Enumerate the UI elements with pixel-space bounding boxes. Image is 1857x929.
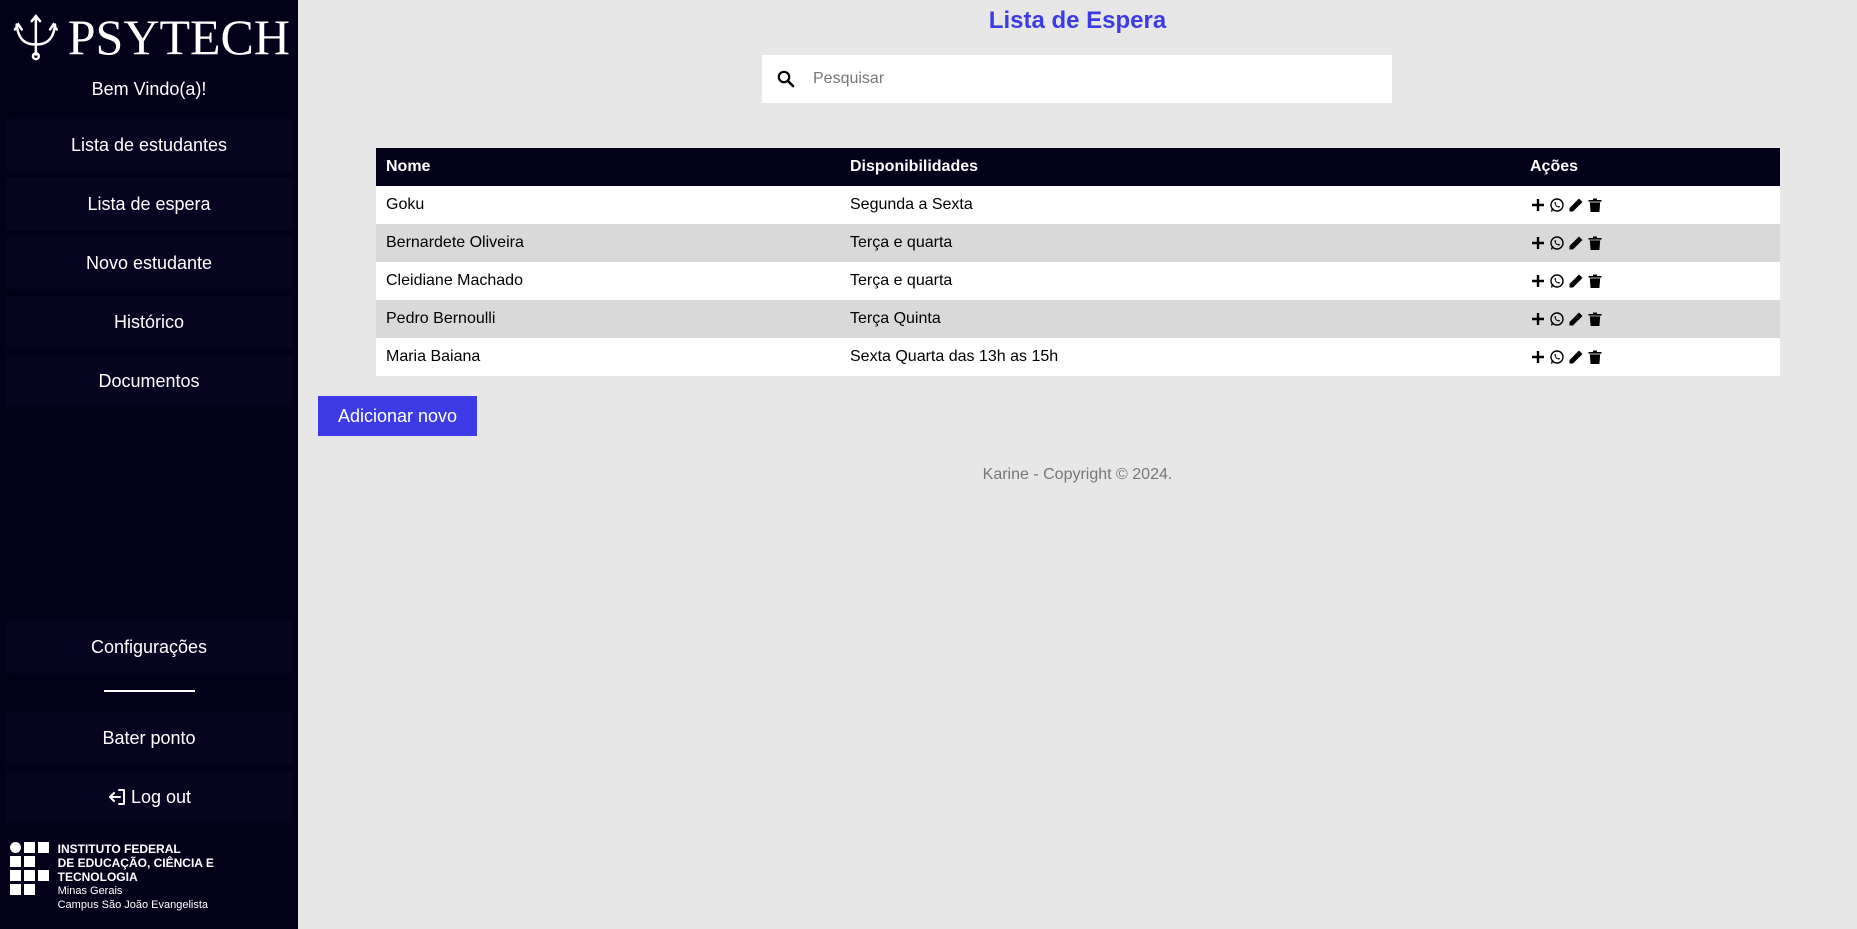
cell-availability: Terça Quinta — [850, 310, 941, 327]
cell-availability: Segunda a Sexta — [850, 196, 973, 213]
nav-item-settings[interactable]: Configurações — [6, 621, 292, 673]
cell-actions — [1520, 224, 1780, 262]
pencil-icon[interactable] — [1568, 235, 1584, 251]
sidebar-divider — [104, 690, 195, 692]
whatsapp-icon[interactable] — [1549, 197, 1565, 213]
logo-text: PSYTECH — [67, 9, 290, 65]
footer-copyright: Karine - Copyright © 2024. — [982, 466, 1173, 483]
logout-button[interactable]: Log out — [6, 771, 292, 823]
waiting-list-table: Nome Disponibilidades Ações Goku Segunda … — [376, 148, 1780, 376]
nav-item-label: Bater ponto — [102, 727, 196, 748]
nav-item-label: Lista de estudantes — [70, 134, 228, 155]
pencil-icon[interactable] — [1568, 349, 1584, 365]
nav-item-waiting-list[interactable]: Lista de espera — [6, 178, 292, 230]
institution-text: INSTITUTO FEDERAL DE EDUCAÇÃO, CIÊNCIA E… — [57, 842, 295, 911]
cell-name: Goku — [386, 196, 425, 213]
table-row: Cleidiane Machado Terça e quarta — [376, 262, 1780, 300]
logout-icon — [108, 789, 125, 805]
whatsapp-icon[interactable] — [1549, 349, 1565, 365]
institution-line4: Campus São João Evangelista — [57, 899, 209, 911]
pencil-icon[interactable] — [1568, 273, 1584, 289]
cell-availability: Terça e quarta — [850, 272, 953, 289]
cell-actions — [1520, 338, 1780, 376]
cell-name: Maria Baiana — [386, 348, 481, 365]
cell-availability: Terça e quarta — [850, 234, 953, 251]
sidebar: PSYTECH Bem Vindo(a)! Lista de estudante… — [0, 0, 298, 929]
nav-item-label: Lista de espera — [87, 193, 211, 214]
cell-name: Bernardete Oliveira — [386, 234, 524, 251]
nav-item-label: Histórico — [113, 311, 184, 332]
institution-line3: Minas Gerais — [57, 885, 123, 897]
institution-logo: INSTITUTO FEDERAL DE EDUCAÇÃO, CIÊNCIA E… — [10, 842, 295, 911]
column-header-actions: Ações — [1530, 158, 1579, 175]
cell-actions — [1520, 262, 1780, 300]
pencil-icon[interactable] — [1568, 197, 1584, 213]
plus-icon[interactable] — [1530, 349, 1546, 365]
cell-actions — [1520, 300, 1780, 338]
institution-line1: INSTITUTO FEDERAL — [57, 842, 181, 856]
nav-item-documents[interactable]: Documentos — [6, 355, 292, 407]
welcome-message: Bem Vindo(a)! — [91, 79, 207, 99]
column-header-name[interactable]: Nome — [376, 148, 840, 186]
plus-icon[interactable] — [1530, 235, 1546, 251]
trash-icon[interactable] — [1587, 235, 1603, 251]
add-new-button[interactable]: Adicionar novo — [318, 396, 477, 436]
trash-icon[interactable] — [1587, 197, 1603, 213]
psytech-logo[interactable]: PSYTECH — [10, 8, 290, 66]
table-row: Pedro Bernoulli Terça Quinta — [376, 300, 1780, 338]
pencil-icon[interactable] — [1568, 311, 1584, 327]
table-header-row: Nome Disponibilidades Ações — [376, 148, 1780, 186]
search-input[interactable] — [813, 70, 1373, 88]
search-bar[interactable] — [762, 55, 1392, 103]
nav-item-label: Novo estudante — [85, 252, 213, 273]
nav-item-label: Configurações — [90, 636, 208, 657]
table-row: Maria Baiana Sexta Quarta das 13h as 15h — [376, 338, 1780, 376]
column-header-availability[interactable]: Disponibilidades — [840, 148, 1520, 186]
nav-item-label: Documentos — [98, 370, 200, 391]
whatsapp-icon[interactable] — [1549, 235, 1565, 251]
search-icon — [777, 70, 795, 88]
page-title: Lista de Espera — [988, 7, 1167, 34]
nav-item-new-student[interactable]: Novo estudante — [6, 237, 292, 289]
plus-icon[interactable] — [1530, 311, 1546, 327]
plus-icon[interactable] — [1530, 197, 1546, 213]
cell-availability: Sexta Quarta das 13h as 15h — [850, 348, 1059, 365]
table-row: Goku Segunda a Sexta — [376, 186, 1780, 224]
nav-item-student-list[interactable]: Lista de estudantes — [6, 119, 292, 171]
cell-actions — [1520, 186, 1780, 224]
plus-icon[interactable] — [1530, 273, 1546, 289]
ifmg-grid-icon — [10, 842, 52, 898]
trash-icon[interactable] — [1587, 311, 1603, 327]
cell-name: Pedro Bernoulli — [386, 310, 496, 327]
trash-icon[interactable] — [1587, 273, 1603, 289]
whatsapp-icon[interactable] — [1549, 273, 1565, 289]
logout-label: Log out — [130, 786, 192, 807]
psi-logo-icon — [13, 14, 58, 61]
cell-name: Cleidiane Machado — [386, 272, 523, 289]
whatsapp-icon[interactable] — [1549, 311, 1565, 327]
nav-item-clock-in[interactable]: Bater ponto — [6, 712, 292, 764]
table-row: Bernardete Oliveira Terça e quarta — [376, 224, 1780, 262]
nav-item-history[interactable]: Histórico — [6, 296, 292, 348]
trash-icon[interactable] — [1587, 349, 1603, 365]
institution-line2: DE EDUCAÇÃO, CIÊNCIA E TECNOLOGIA — [57, 856, 214, 884]
